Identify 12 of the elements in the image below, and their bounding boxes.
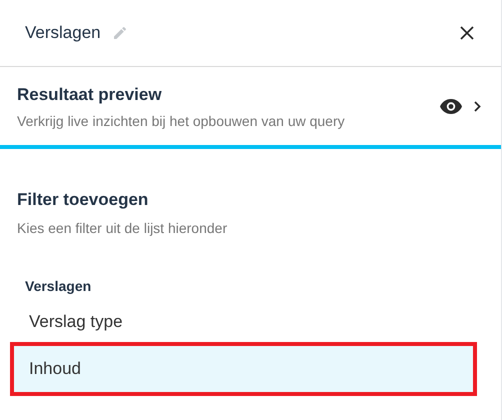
filter-option[interactable]: Inhoud — [10, 342, 477, 396]
panel-title: Verslagen — [25, 22, 101, 44]
group-label: Verslagen — [24, 276, 92, 296]
preview-row[interactable]: Resultaat preview Verkrijg live inzichten bij het opbouwen van uw query — [0, 67, 501, 149]
preview-title: Resultaat preview — [17, 84, 163, 106]
close-icon — [459, 25, 475, 41]
chevron-right-icon — [474, 100, 481, 112]
preview-subtitle: Verkrijg live inzichten bij het opbouwen van uw query — [17, 112, 345, 131]
section-subtitle: Kies een filter uit de lijst hieronder — [17, 218, 228, 238]
eye-icon — [440, 98, 462, 114]
pencil-icon — [112, 25, 128, 41]
section-title: Filter toevoegen — [17, 189, 150, 211]
